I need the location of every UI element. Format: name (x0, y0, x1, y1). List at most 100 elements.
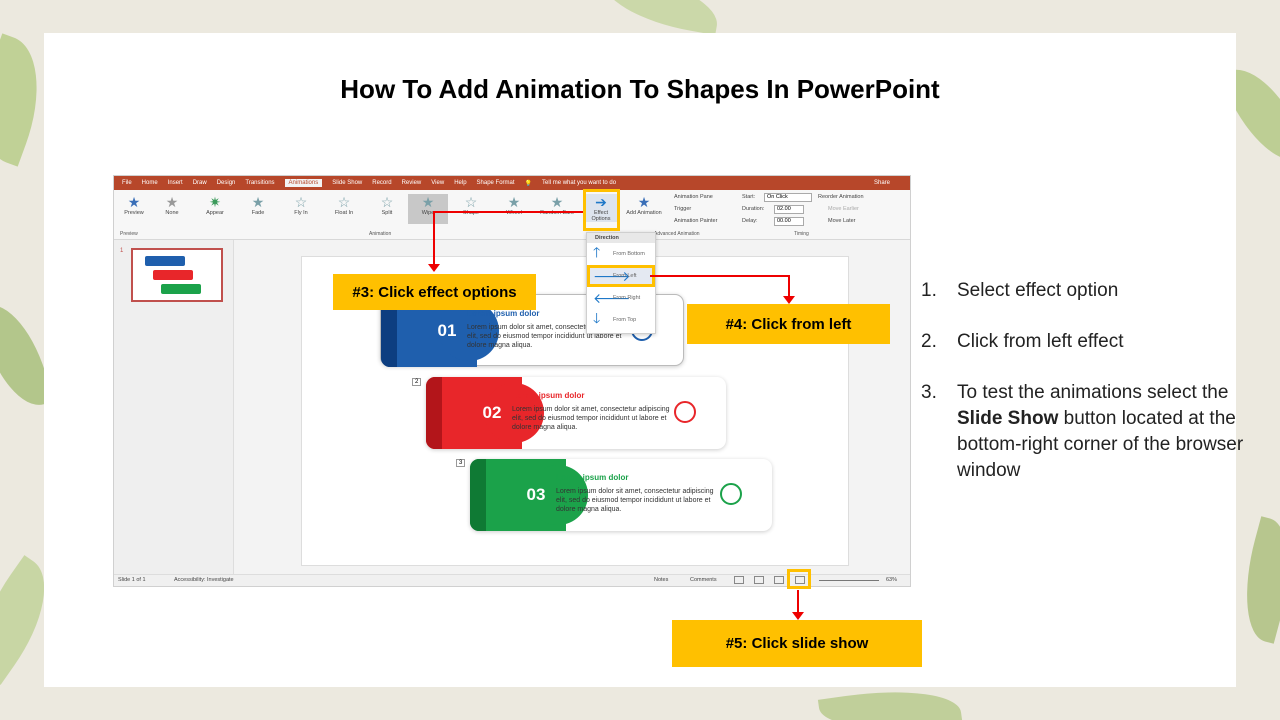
card-number: 01 (437, 321, 457, 340)
arrow-head (428, 264, 440, 272)
effect-appear[interactable]: ✷ Appear (195, 194, 235, 216)
move-later-button[interactable]: Move Later (828, 218, 856, 224)
step-text-pre: To test the animations select the (957, 382, 1229, 403)
star-icon: ☆ (380, 194, 394, 210)
from-top-option[interactable]: 🡓 From Top (587, 309, 655, 331)
thumb-row (145, 256, 185, 266)
menu-bar: File Home Insert Draw Design Transitions… (114, 176, 910, 190)
arrow-head (792, 612, 804, 620)
star-icon: ★ (550, 194, 564, 210)
step-number: 2. (921, 331, 937, 352)
share-button[interactable]: Share (874, 180, 890, 186)
slide-sorter-button[interactable] (754, 576, 764, 584)
tab-shade (470, 459, 486, 531)
tab-help[interactable]: Help (454, 180, 466, 186)
duration-input[interactable]: 02.00 (774, 205, 804, 214)
arrow-line (433, 211, 583, 213)
user-icon (720, 483, 742, 505)
slide-count: Slide 1 of 1 (118, 577, 146, 583)
reorder-label: Reorder Animation (818, 194, 864, 200)
tab-record[interactable]: Record (372, 180, 391, 186)
star-icon: ☆ (294, 194, 308, 210)
zoom-level: 63% (886, 577, 898, 583)
effect-float-in[interactable]: ☆ Float In (324, 194, 364, 216)
callout-from-left: #4: Click from left (687, 304, 890, 344)
info-card-3[interactable]: 03 Lorem ipsum dolor Lorem ipsum dolor s… (470, 459, 772, 531)
slide-thumbnail[interactable] (131, 248, 223, 302)
add-animation-button[interactable]: ★ Add Animation (622, 194, 666, 216)
card-tag: 3 (456, 459, 466, 467)
arrow-down-icon: 🡓 (593, 310, 601, 326)
leaf-decoration (597, 0, 723, 36)
star-icon: ✷ (209, 194, 221, 210)
star-plus-icon: ★ (637, 194, 651, 210)
group-label-advanced: Advanced Animation (654, 231, 700, 237)
arrow-line (797, 590, 799, 614)
delay-input[interactable]: 00.00 (774, 217, 804, 226)
preview-button[interactable]: ★ Preview (114, 194, 154, 216)
arrow-left-icon: 🡐 (593, 289, 631, 306)
page-title: How To Add Animation To Shapes In PowerP… (340, 74, 940, 104)
animation-pane-button[interactable]: Animation Pane (674, 194, 713, 200)
step-text: Click from left effect (957, 331, 1124, 352)
effect-fade[interactable]: ★ Fade (238, 194, 278, 216)
effect-options-highlight (583, 189, 620, 231)
reading-view-button[interactable] (774, 576, 784, 584)
from-bottom-option[interactable]: 🡑 From Bottom (587, 243, 655, 265)
effect-none[interactable]: ★ None (152, 194, 192, 216)
tab-design[interactable]: Design (217, 180, 236, 186)
tab-transitions[interactable]: Transitions (245, 180, 274, 186)
tab-file[interactable]: File (122, 180, 132, 186)
animation-painter-button[interactable]: Animation Painter (674, 218, 717, 224)
star-icon: ★ (507, 194, 521, 210)
step-number: 3. (921, 382, 937, 403)
star-icon: ☆ (337, 194, 351, 210)
arrow-up-icon: 🡑 (593, 244, 601, 260)
step-text: Select effect option (957, 280, 1119, 301)
notes-button[interactable]: Notes (654, 577, 668, 583)
start-select[interactable]: On Click (764, 193, 812, 202)
slide-thumbnail-pane: 1 (114, 240, 234, 576)
step-text: To test the animations select the Slide … (957, 380, 1276, 484)
step-number: 1. (921, 280, 937, 301)
tab-draw[interactable]: Draw (193, 180, 207, 186)
star-icon: ★ (421, 194, 435, 210)
card-number: 03 (526, 485, 546, 504)
step-item: 1. Select effect option (921, 278, 1276, 304)
arrow-head (783, 296, 795, 304)
step-item: 2. Click from left effect (921, 329, 1276, 355)
tell-me-input[interactable]: Tell me what you want to do (542, 180, 616, 186)
star-icon: ★ (251, 194, 265, 210)
tab-shape-format[interactable]: Shape Format (477, 180, 515, 186)
direction-dropdown: Direction 🡑 From Bottom 🡒 From Left 🡐 From … (586, 232, 656, 334)
comments-button[interactable]: Comments (690, 577, 717, 583)
group-label-animation: Animation (369, 231, 392, 237)
tab-slide-show[interactable]: Slide Show (332, 180, 362, 186)
arrow-line (433, 211, 435, 269)
callout-slide-show: #5: Click slide show (672, 620, 922, 667)
tab-animations[interactable]: Animations (284, 179, 323, 187)
tab-view[interactable]: View (431, 180, 444, 186)
normal-view-button[interactable] (734, 576, 744, 584)
from-right-option[interactable]: 🡐 From Right (587, 287, 655, 309)
gear-icon (674, 401, 696, 423)
start-label: Start: (742, 194, 756, 200)
effect-split[interactable]: ☆ Split (367, 194, 407, 216)
group-label-timing: Timing (794, 231, 809, 237)
effect-fly-in[interactable]: ☆ Fly In (281, 194, 321, 216)
effect-wipe[interactable]: ★ Wipe (408, 194, 448, 224)
tab-home[interactable]: Home (142, 180, 158, 186)
steps-list: 1. Select effect option 2. Click from le… (921, 278, 1276, 509)
info-card-2[interactable]: 02 Lorem ipsum dolor Lorem ipsum dolor s… (426, 377, 726, 449)
leaf-decoration (1230, 516, 1280, 644)
from-left-option[interactable]: 🡒 From Left (587, 265, 655, 287)
tab-review[interactable]: Review (402, 180, 422, 186)
trigger-button[interactable]: Trigger (674, 206, 691, 212)
tab-insert[interactable]: Insert (168, 180, 183, 186)
thumb-row (153, 270, 193, 280)
lightbulb-icon: 💡 (524, 180, 533, 187)
accessibility-status[interactable]: Accessibility: Investigate (174, 577, 234, 583)
move-earlier-button[interactable]: Move Earlier (828, 206, 859, 212)
zoom-slider[interactable] (819, 580, 879, 581)
step-item: 3. To test the animations select the Sli… (921, 380, 1276, 484)
